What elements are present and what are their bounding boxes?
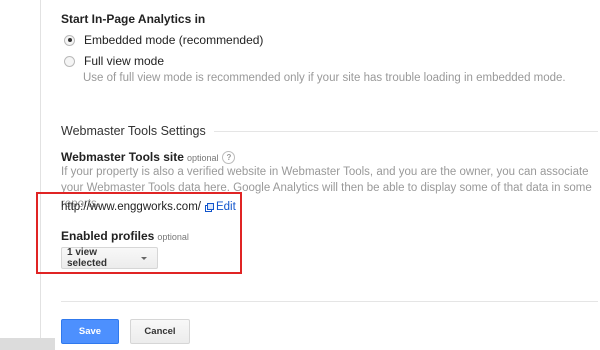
embedded-mode-option[interactable]: Embedded mode (recommended) (64, 33, 263, 47)
settings-page: Start In-Page Analytics in Embedded mode… (0, 0, 600, 350)
footer-divider (61, 301, 598, 302)
full-view-mode-label: Full view mode (84, 54, 165, 68)
save-button[interactable]: Save (61, 319, 119, 344)
optional-tag: optional (186, 153, 219, 163)
cancel-button[interactable]: Cancel (130, 319, 190, 344)
embedded-mode-label: Embedded mode (recommended) (84, 33, 264, 47)
in-page-analytics-title: Start In-Page Analytics in (61, 12, 206, 26)
webmaster-site-label: Webmaster Tools site optional? (61, 150, 236, 165)
help-icon[interactable]: ? (222, 151, 236, 165)
webmaster-site-label-text: Webmaster Tools site (61, 150, 184, 164)
section-divider (214, 131, 598, 132)
highlight-annotation (36, 192, 242, 274)
embedded-mode-radio[interactable] (64, 34, 75, 46)
horizontal-scrollbar[interactable] (0, 338, 55, 350)
full-view-mode-option[interactable]: Full view mode (64, 54, 164, 68)
left-rail (0, 0, 41, 350)
webmaster-tools-heading: Webmaster Tools Settings (61, 124, 206, 138)
full-view-mode-radio[interactable] (64, 55, 75, 67)
full-view-hint: Use of full view mode is recommended onl… (83, 72, 566, 84)
